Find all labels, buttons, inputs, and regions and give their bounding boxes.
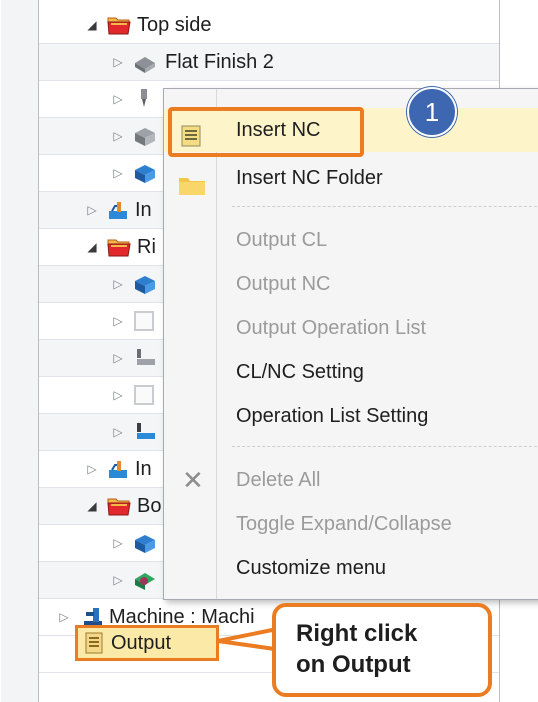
menu-item-label: Output CL <box>236 229 328 251</box>
delete-icon: ✕ <box>182 465 204 495</box>
menu-item-customize-menu[interactable]: Customize menu <box>164 546 538 590</box>
blank-op-icon <box>133 310 155 332</box>
tree-collapsed-icon[interactable]: ▷ <box>111 377 125 413</box>
tree-collapsed-icon[interactable]: ▷ <box>111 118 125 154</box>
tree-row-label: In <box>135 458 152 480</box>
profile-icon <box>133 273 155 295</box>
menu-separator <box>232 206 538 207</box>
tree-row-label: Bo <box>137 495 162 517</box>
menu-item-output-nc[interactable]: Output NC <box>164 262 538 306</box>
menu-item-label: Delete All <box>236 469 321 491</box>
drill-icon <box>133 347 155 369</box>
tree-collapsed-icon[interactable]: ▷ <box>111 81 125 117</box>
callout-line-1: Right click <box>296 620 418 647</box>
drill-icon <box>133 421 155 443</box>
drill-icon <box>133 88 155 110</box>
rough-icon <box>133 125 155 147</box>
tree-row-label: Ri <box>137 236 156 258</box>
folder-open-icon <box>107 14 131 36</box>
tree-row-flat-finish-2[interactable]: ▷ Flat Finish 2 <box>39 44 499 81</box>
menu-item-insert-nc-folder[interactable]: Insert NC Folder <box>164 156 538 200</box>
tree-collapsed-icon[interactable]: ▷ <box>85 192 99 228</box>
profile-icon <box>133 532 155 554</box>
tree-row-label: Output <box>111 632 172 654</box>
surface-icon <box>133 569 155 591</box>
blank-op-icon <box>133 384 155 406</box>
setup-icon <box>107 199 129 221</box>
tree-collapsed-icon[interactable]: ▷ <box>111 414 125 450</box>
setup-icon <box>107 458 129 480</box>
tree-row-top-side[interactable]: ◢ Top side <box>39 7 499 44</box>
tree-expanded-icon[interactable]: ◢ <box>85 7 99 43</box>
tree-collapsed-icon[interactable]: ▷ <box>85 451 99 487</box>
tree-collapsed-icon[interactable]: ▷ <box>111 525 125 561</box>
menu-item-label: CL/NC Setting <box>236 361 364 383</box>
output-icon <box>83 632 105 654</box>
menu-item-output-operation-list[interactable]: Output Operation List <box>164 306 538 350</box>
menu-item-label: Toggle Expand/Collapse <box>236 513 452 535</box>
tree-row-label: Top side <box>137 14 212 36</box>
tree-collapsed-icon[interactable]: ▷ <box>111 44 125 80</box>
menu-item-label: Operation List Setting <box>236 405 429 427</box>
menu-item-toggle-expand-collapse[interactable]: Toggle Expand/Collapse <box>164 502 538 546</box>
menu-item-cl-nc-setting[interactable]: CL/NC Setting <box>164 350 538 394</box>
menu-item-output-cl[interactable]: Output CL <box>164 218 538 262</box>
menu-item-label: Output NC <box>236 273 331 295</box>
tree-collapsed-icon[interactable]: ▷ <box>57 599 71 635</box>
insert-nc-highlight-box <box>168 107 364 157</box>
callout-leader-join <box>276 622 284 652</box>
tree-collapsed-icon[interactable]: ▷ <box>111 155 125 191</box>
tree-collapsed-icon[interactable]: ▷ <box>111 303 125 339</box>
step-number-badge: 1 <box>407 87 457 137</box>
menu-item-label: Customize menu <box>236 557 387 579</box>
context-menu: Insert NC Insert NC Folder Output CL Out… <box>163 88 538 600</box>
folder-open-icon <box>107 236 131 258</box>
tree-row-label: In <box>135 199 152 221</box>
folder-open-icon <box>107 495 131 517</box>
menu-item-delete-all[interactable]: ✕ Delete All <box>164 458 538 502</box>
instruction-callout: Right click on Output <box>272 603 492 697</box>
tree-collapsed-icon[interactable]: ▷ <box>111 340 125 376</box>
tree-expanded-icon[interactable]: ◢ <box>85 229 99 265</box>
tree-collapsed-icon[interactable]: ▷ <box>111 562 125 598</box>
profile-icon <box>133 162 155 184</box>
menu-item-label: Output Operation List <box>236 317 427 339</box>
callout-line-2: on Output <box>296 651 411 678</box>
tree-expanded-icon[interactable]: ◢ <box>85 488 99 524</box>
menu-separator <box>232 446 538 447</box>
flat-finish-icon <box>133 51 155 73</box>
menu-item-operation-list-setting[interactable]: Operation List Setting <box>164 394 538 438</box>
tree-row-label: Flat Finish 2 <box>165 51 274 73</box>
tree-collapsed-icon[interactable]: ▷ <box>111 266 125 302</box>
menu-item-label: Insert NC Folder <box>236 167 383 189</box>
folder-icon <box>178 168 206 212</box>
